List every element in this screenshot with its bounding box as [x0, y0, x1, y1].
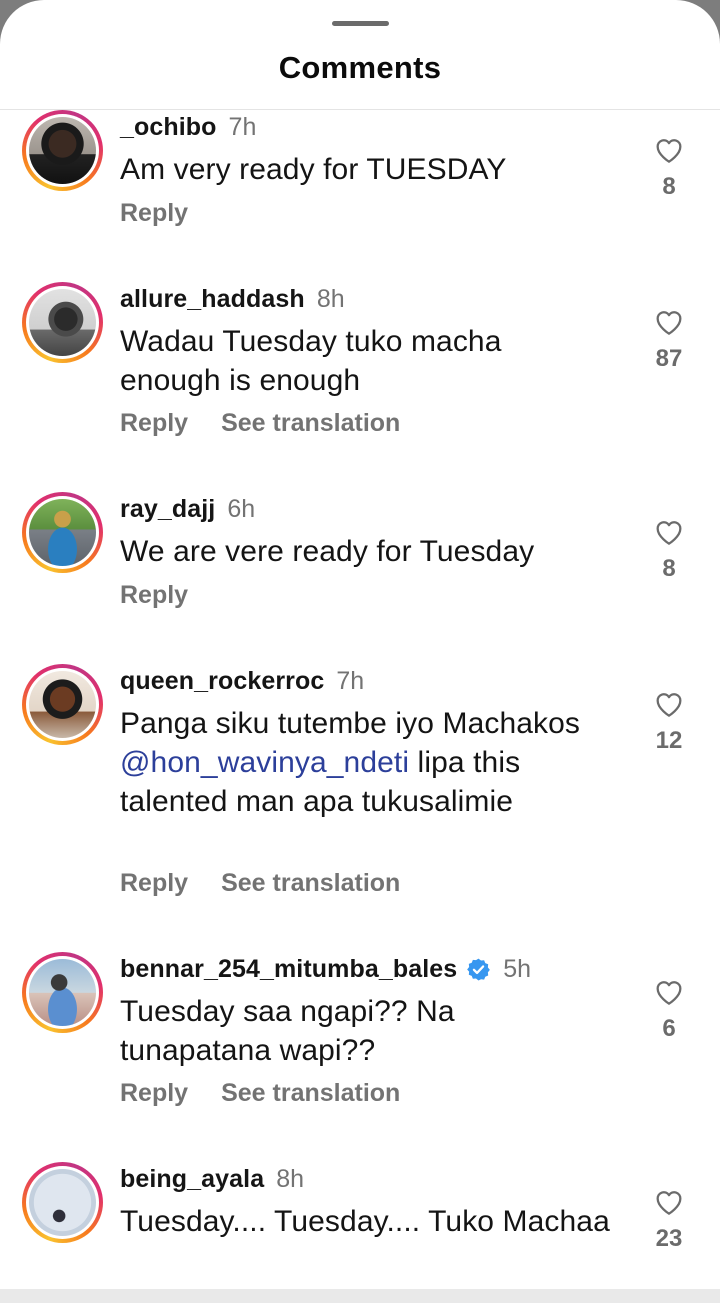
comment-username[interactable]: _ochibo	[120, 113, 217, 142]
reply-button[interactable]: Reply	[120, 869, 188, 898]
like-count: 8	[662, 173, 676, 200]
comments-sheet: Comments _ochibo 7h Am very ready for TU…	[0, 0, 720, 1303]
comment-text: Tuesday saa ngapi?? Na tunapatana wapi??	[120, 995, 455, 1067]
avatar[interactable]	[22, 952, 103, 1033]
heart-outline-icon[interactable]	[653, 976, 685, 1006]
like-control: 6	[640, 976, 698, 1043]
see-translation-button[interactable]: See translation	[221, 409, 400, 438]
comment-username[interactable]: allure_haddash	[120, 285, 305, 314]
avatar[interactable]	[22, 282, 103, 363]
reply-button[interactable]: Reply	[120, 581, 188, 610]
comment-username[interactable]: queen_rockerroc	[120, 667, 324, 696]
like-control: 8	[640, 516, 698, 583]
comment-username[interactable]: ray_dajj	[120, 495, 215, 524]
heart-outline-icon[interactable]	[653, 306, 685, 336]
comment-time: 5h	[503, 954, 532, 983]
heart-outline-icon[interactable]	[653, 1186, 685, 1216]
like-count: 8	[662, 555, 676, 582]
reply-button[interactable]: Reply	[120, 409, 188, 438]
comment-time: 7h	[228, 112, 257, 141]
like-control: 8	[640, 134, 698, 201]
sheet-title: Comments	[278, 50, 442, 85]
reply-button[interactable]: Reply	[120, 199, 188, 228]
comment-text: Am very ready for TUESDAY	[120, 153, 507, 186]
avatar[interactable]	[22, 664, 103, 745]
heart-outline-icon[interactable]	[653, 688, 685, 718]
like-control: 23	[640, 1186, 698, 1253]
comment-time: 8h	[316, 284, 345, 313]
like-control: 12	[640, 688, 698, 755]
comment-list[interactable]: _ochibo 7h Am very ready for TUESDAY Rep…	[0, 110, 720, 1290]
comment-time: 7h	[336, 666, 365, 695]
comment-text: We are vere ready for Tuesday	[120, 535, 535, 568]
like-control: 87	[640, 306, 698, 373]
heart-outline-icon[interactable]	[653, 134, 685, 164]
comment-time: 6h	[227, 494, 256, 523]
avatar[interactable]	[22, 492, 103, 573]
comment-text: Panga siku tutembe iyo Machakos @hon_wav…	[120, 707, 581, 818]
like-count: 87	[655, 345, 683, 372]
like-count: 12	[655, 727, 683, 754]
bottom-edge	[0, 1289, 720, 1303]
see-translation-button[interactable]: See translation	[221, 1079, 400, 1108]
reply-button[interactable]: Reply	[120, 1079, 188, 1108]
comment-username[interactable]: being_ayala	[120, 1165, 264, 1194]
avatar[interactable]	[22, 110, 103, 191]
see-translation-button[interactable]: See translation	[221, 869, 400, 898]
heart-outline-icon[interactable]	[653, 516, 685, 546]
mention-link[interactable]: @hon_wavinya_ndeti	[120, 746, 409, 779]
avatar[interactable]	[22, 1162, 103, 1243]
drag-handle[interactable]	[332, 21, 389, 26]
verified-badge-icon	[467, 958, 491, 980]
like-count: 6	[662, 1015, 676, 1042]
comment-text: Tuesday.... Tuesday.... Tuko Machaa	[120, 1205, 610, 1238]
comment-username[interactable]: bennar_254_mitumba_bales	[120, 955, 457, 984]
like-count: 23	[655, 1225, 683, 1252]
comment-time: 8h	[276, 1164, 305, 1193]
comment-text: Wadau Tuesday tuko macha enough is enoug…	[120, 325, 502, 397]
